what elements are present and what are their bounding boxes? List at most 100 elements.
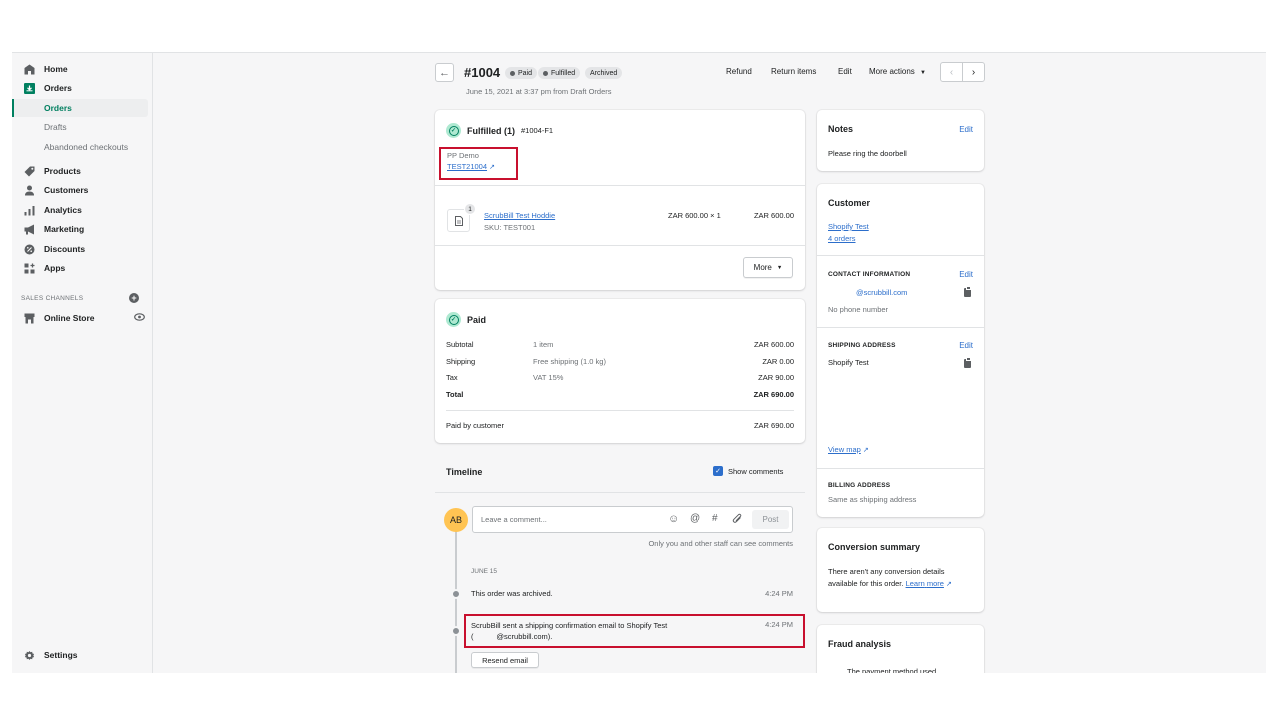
notes-edit-button[interactable]: Edit [959, 125, 973, 134]
sidebar-item-marketing[interactable]: Marketing [12, 220, 148, 238]
page-title: #1004 [464, 65, 501, 80]
checkbox-checked-icon: ✓ [713, 466, 723, 476]
avatar: AB [444, 508, 468, 532]
view-map-link[interactable]: View map ↗ [828, 445, 869, 454]
shipping-address-label: SHIPPING ADDRESS [828, 342, 896, 349]
sidebar-item-products[interactable]: Products [12, 162, 148, 180]
customer-phone: No phone number [828, 305, 889, 314]
discount-icon [23, 243, 35, 255]
clipboard-icon[interactable] [964, 358, 971, 368]
timeline-line [455, 528, 457, 673]
previous-order-button[interactable]: ‹ [941, 63, 963, 81]
external-link-icon: ↗ [489, 164, 495, 171]
mention-icon[interactable]: @ [690, 513, 700, 524]
show-comments-checkbox[interactable]: ✓ Show comments [713, 466, 783, 476]
sidebar: Home Orders Orders Drafts Abandoned chec… [12, 53, 153, 673]
sidebar-subitem-abandoned-checkouts[interactable]: Abandoned checkouts [12, 138, 148, 156]
bar-chart-icon [23, 204, 35, 216]
shipping-name: Shopify Test [828, 358, 869, 367]
back-button[interactable]: ← [435, 63, 454, 82]
divider [435, 245, 805, 246]
clipboard-icon[interactable] [964, 287, 971, 297]
caret-down-icon: ▼ [776, 264, 783, 271]
more-actions-button[interactable]: More actions ▼ [869, 67, 926, 76]
customer-email[interactable]: @scrubbill.com [856, 288, 907, 297]
sidebar-item-home[interactable]: Home [12, 60, 148, 78]
home-icon [23, 63, 35, 75]
tag-icon [23, 165, 35, 177]
check-circle-icon: ✓ [446, 312, 461, 327]
contact-edit-button[interactable]: Edit [959, 270, 973, 279]
line-total: ZAR 600.00 [753, 211, 794, 220]
sidebar-item-customers[interactable]: Customers [12, 181, 148, 199]
person-icon [23, 184, 35, 196]
timeline-event-time: 4:24 PM [765, 620, 793, 629]
timeline-event-time: 4:24 PM [765, 589, 793, 598]
divider [817, 327, 984, 328]
dot-icon [543, 70, 548, 76]
timeline-title: Timeline [446, 467, 483, 477]
product-link[interactable]: ScrubBill Test Hoddie [484, 211, 555, 220]
timeline-date: JUNE 15 [471, 568, 498, 575]
divider [446, 410, 794, 411]
emoji-icon[interactable]: ☺ [668, 513, 679, 525]
status-badge-archived: Archived [585, 67, 623, 79]
total-row: Total ZAR 690.00 [446, 390, 794, 399]
chevron-right-icon: › [971, 66, 976, 78]
sidebar-subitem-drafts[interactable]: Drafts [12, 118, 148, 136]
sidebar-item-orders[interactable]: Orders [12, 79, 148, 97]
gear-icon [23, 649, 35, 661]
notes-text: Please ring the doorbell [828, 149, 907, 158]
divider [435, 492, 805, 493]
sidebar-item-analytics[interactable]: Analytics [12, 201, 148, 219]
customer-card: Customer Shopify Test 4 orders CONTACT I… [817, 184, 984, 517]
timeline-dot [451, 626, 461, 636]
fraud-title: Fraud analysis [828, 639, 892, 649]
tracking-link[interactable]: TEST21004 ↗ [447, 162, 495, 171]
customer-name-link[interactable]: Shopify Test [828, 222, 869, 231]
attachment-icon[interactable] [732, 513, 743, 527]
sidebar-item-apps[interactable]: Apps [12, 259, 148, 277]
hashtag-icon[interactable]: # [712, 513, 718, 524]
more-button[interactable]: More ▼ [743, 257, 793, 278]
subtotal-row: Subtotal 1 item ZAR 600.00 [446, 340, 794, 349]
sidebar-subitem-orders[interactable]: Orders [12, 99, 148, 117]
sales-channels-label: SALES CHANNELS [21, 295, 84, 302]
sidebar-item-online-store[interactable]: Online Store [12, 309, 153, 327]
app-frame: Home Orders Orders Drafts Abandoned chec… [12, 52, 1266, 673]
order-pager: ‹ › [940, 62, 985, 82]
product-sku: SKU: TEST001 [484, 223, 536, 232]
shipping-edit-button[interactable]: Edit [959, 341, 973, 350]
next-order-button[interactable]: › [963, 63, 984, 81]
sidebar-item-settings[interactable]: Settings [12, 646, 148, 664]
dot-icon [510, 70, 515, 76]
chevron-left-icon: ‹ [949, 66, 954, 78]
check-circle-icon: ✓ [446, 123, 461, 138]
return-items-button[interactable]: Return items [771, 67, 816, 76]
eye-icon[interactable] [134, 313, 145, 323]
paid-by-customer-row: Paid by customer ZAR 690.00 [446, 421, 794, 430]
refund-button[interactable]: Refund [726, 67, 752, 76]
sidebar-item-discounts[interactable]: Discounts [12, 240, 148, 258]
conversion-summary-card: Conversion summary There aren't any conv… [817, 528, 984, 612]
conversion-text: There aren't any conversion details avai… [828, 567, 952, 588]
fraud-text: The payment method used [847, 667, 937, 673]
notes-card: Notes Edit Please ring the doorbell [817, 110, 984, 171]
post-button[interactable]: Post [752, 510, 789, 529]
shipping-row: Shipping Free shipping (1.0 kg) ZAR 0.00 [446, 357, 794, 366]
status-badge-paid: Paid [505, 67, 538, 79]
fulfillment-id: #1004-F1 [521, 126, 554, 135]
paid-card: ✓ Paid Subtotal 1 item ZAR 600.00 Shippi… [435, 299, 805, 443]
customer-orders-link[interactable]: 4 orders [828, 234, 856, 243]
timeline-dot [451, 589, 461, 599]
store-icon [23, 312, 35, 324]
edit-order-button[interactable]: Edit [838, 67, 852, 76]
resend-email-button[interactable]: Resend email [471, 652, 539, 668]
add-sales-channel-icon[interactable]: + [129, 293, 139, 303]
comment-input[interactable] [481, 507, 661, 532]
fraud-analysis-card: Fraud analysis The payment method used [817, 625, 984, 673]
staff-only-note: Only you and other staff can see comment… [648, 539, 793, 548]
divider [435, 185, 805, 186]
quantity-badge: 1 [464, 203, 476, 215]
learn-more-link[interactable]: Learn more [906, 579, 944, 588]
